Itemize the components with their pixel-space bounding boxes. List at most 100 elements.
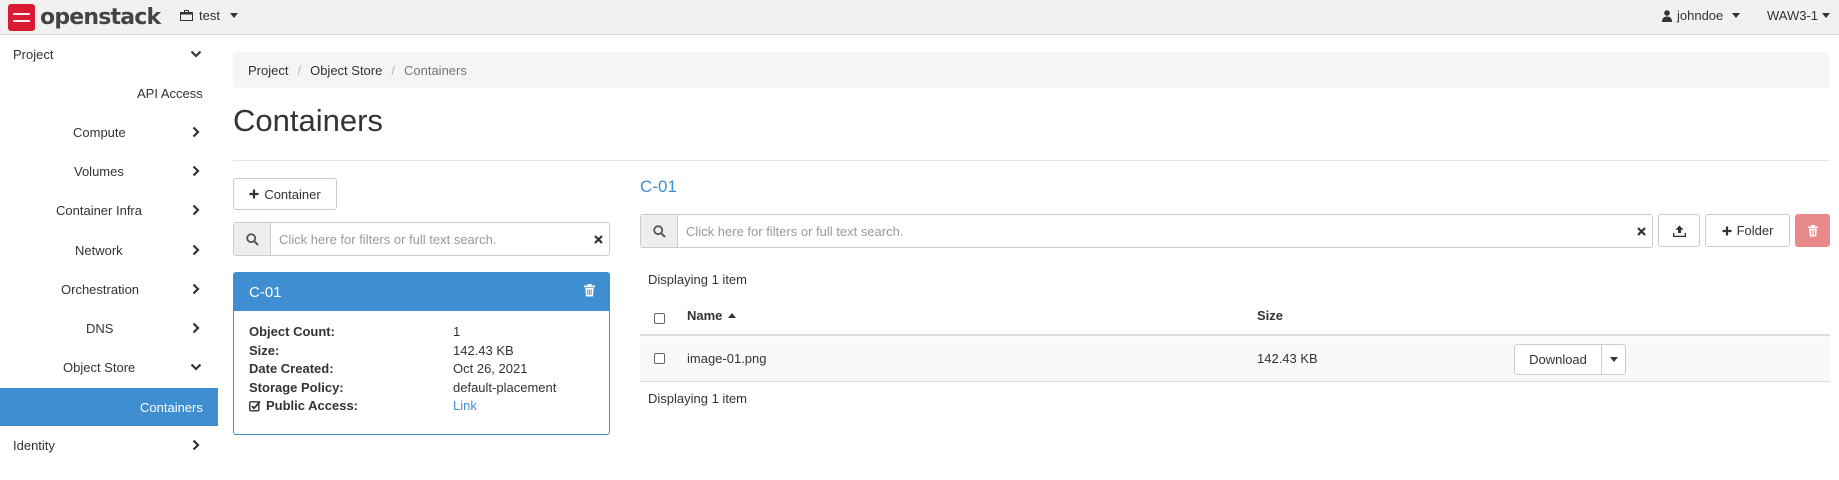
object-count-label: Object Count: [249, 324, 335, 339]
upload-icon [1672, 225, 1686, 237]
row-actions-dropdown-toggle[interactable] [1601, 344, 1626, 375]
sidebar-item-label: Orchestration [61, 281, 140, 297]
sidebar-item-label: Compute [73, 124, 126, 140]
caret-down-icon [1732, 13, 1741, 18]
plus-icon [1722, 226, 1732, 235]
storage-policy-value: default-placement [453, 380, 557, 395]
briefcase-icon [180, 10, 193, 21]
sidebar-item-label: DNS [86, 320, 114, 336]
objects-table-header: Name Size [640, 300, 1830, 336]
sidebar-item-container-infra[interactable]: Container Infra [0, 191, 218, 229]
close-icon [1636, 226, 1646, 236]
close-icon [593, 234, 603, 244]
caret-down-icon [1609, 357, 1618, 362]
search-addon [641, 215, 678, 247]
top-navbar: openstack test johndoe WAW3-1 [0, 0, 1839, 35]
project-switcher[interactable]: test [180, 8, 238, 23]
sidebar-item-api-access[interactable]: API Access [0, 74, 218, 112]
sidebar-item-object-store[interactable]: Object Store [0, 348, 218, 386]
displaying-count-bottom: Displaying 1 item [648, 391, 747, 406]
object-name[interactable]: image-01.png [687, 351, 767, 366]
chevron-down-icon [190, 50, 202, 58]
trash-icon[interactable] [584, 284, 595, 297]
user-name: johndoe [1677, 8, 1724, 23]
sidebar-item-volumes[interactable]: Volumes [0, 152, 218, 190]
breadcrumb-separator: / [297, 62, 302, 78]
add-container-label: Container [264, 186, 321, 202]
sidebar-item-network[interactable]: Network [0, 231, 218, 269]
chevron-right-icon [192, 322, 200, 334]
sidebar-item-orchestration[interactable]: Orchestration [0, 270, 218, 308]
add-folder-label: Folder [1736, 223, 1774, 238]
caret-down-icon [229, 13, 238, 18]
region-name: WAW3-1 [1767, 8, 1819, 23]
chevron-right-icon [192, 439, 200, 451]
chevron-right-icon [192, 244, 200, 256]
page-title: Containers [233, 103, 383, 138]
breadcrumb-object-store[interactable]: Object Store [310, 63, 382, 78]
chevron-right-icon [192, 283, 200, 295]
chevron-right-icon [192, 165, 200, 177]
displaying-count-top: Displaying 1 item [648, 272, 747, 287]
object-search-input[interactable] [678, 215, 1630, 247]
breadcrumb-containers: Containers [403, 62, 467, 78]
date-created-label: Date Created: [249, 361, 334, 376]
public-access-label-group: Public Access: [249, 398, 358, 413]
check-square-icon[interactable] [249, 400, 261, 412]
search-addon [234, 223, 271, 255]
size-value: 142.43 KB [453, 343, 514, 358]
column-size-header[interactable]: Size [1257, 308, 1283, 323]
container-name-heading[interactable]: C-01 [640, 177, 677, 197]
column-name-header[interactable]: Name [687, 308, 737, 323]
sidebar-item-containers[interactable]: Containers [0, 388, 218, 426]
sidebar-item-label: API Access [137, 85, 203, 101]
user-icon [1662, 9, 1672, 22]
openstack-logo[interactable]: openstack [8, 3, 161, 31]
header-divider [233, 160, 1830, 161]
sidebar-item-label: Project [13, 46, 54, 62]
sidebar-item-label: Object Store [63, 359, 136, 375]
container-search-box [233, 222, 610, 256]
region-menu[interactable]: WAW3-1 [1767, 8, 1831, 23]
sidebar-item-label: Containers [140, 399, 203, 415]
container-card-title: C-01 [249, 283, 282, 301]
sidebar-item-project[interactable]: Project [0, 35, 218, 73]
sidebar-item-compute[interactable]: Compute [0, 113, 218, 151]
breadcrumb-project[interactable]: Project [248, 63, 288, 78]
clear-search-button[interactable] [1630, 215, 1652, 247]
container-card[interactable]: C-01 Object Count: 1 Size: 142.43 KB Dat… [233, 272, 610, 435]
openstack-logo-mark [8, 3, 35, 31]
row-checkbox[interactable] [654, 353, 665, 364]
object-search-box [640, 214, 1653, 248]
table-row: image-01.png 142.43 KB Download [640, 337, 1830, 382]
container-search-input[interactable] [271, 223, 587, 255]
column-name-label: Name [687, 308, 723, 323]
sidebar: Project API Access Compute Volumes Conta… [0, 35, 218, 480]
search-icon [245, 232, 259, 246]
upload-file-button[interactable] [1658, 214, 1700, 247]
sidebar-item-label: Identity [13, 437, 55, 453]
chevron-right-icon [192, 204, 200, 216]
brand-name: openstack [40, 4, 161, 30]
clear-search-button[interactable] [587, 223, 609, 255]
select-all-checkbox[interactable] [654, 313, 665, 324]
user-menu[interactable]: johndoe [1662, 8, 1741, 23]
chevron-right-icon [192, 126, 200, 138]
delete-objects-button[interactable] [1795, 214, 1830, 247]
plus-icon [249, 189, 259, 199]
breadcrumb-separator: / [391, 62, 395, 78]
add-folder-button[interactable]: Folder [1705, 214, 1790, 247]
add-container-button[interactable]: Container [233, 178, 337, 210]
sidebar-item-identity[interactable]: Identity [0, 426, 218, 464]
storage-policy-label: Storage Policy: [249, 380, 344, 395]
download-button[interactable]: Download [1514, 344, 1602, 375]
sidebar-item-label: Network [75, 242, 123, 258]
public-access-link[interactable]: Link [453, 398, 477, 413]
download-label: Download [1529, 352, 1587, 367]
sidebar-item-label: Volumes [74, 163, 124, 179]
container-card-header[interactable]: C-01 [234, 273, 609, 311]
sidebar-item-dns[interactable]: DNS [0, 309, 218, 347]
public-access-label: Public Access: [266, 398, 359, 413]
date-created-value: Oct 26, 2021 [453, 361, 528, 376]
search-icon [652, 224, 666, 238]
